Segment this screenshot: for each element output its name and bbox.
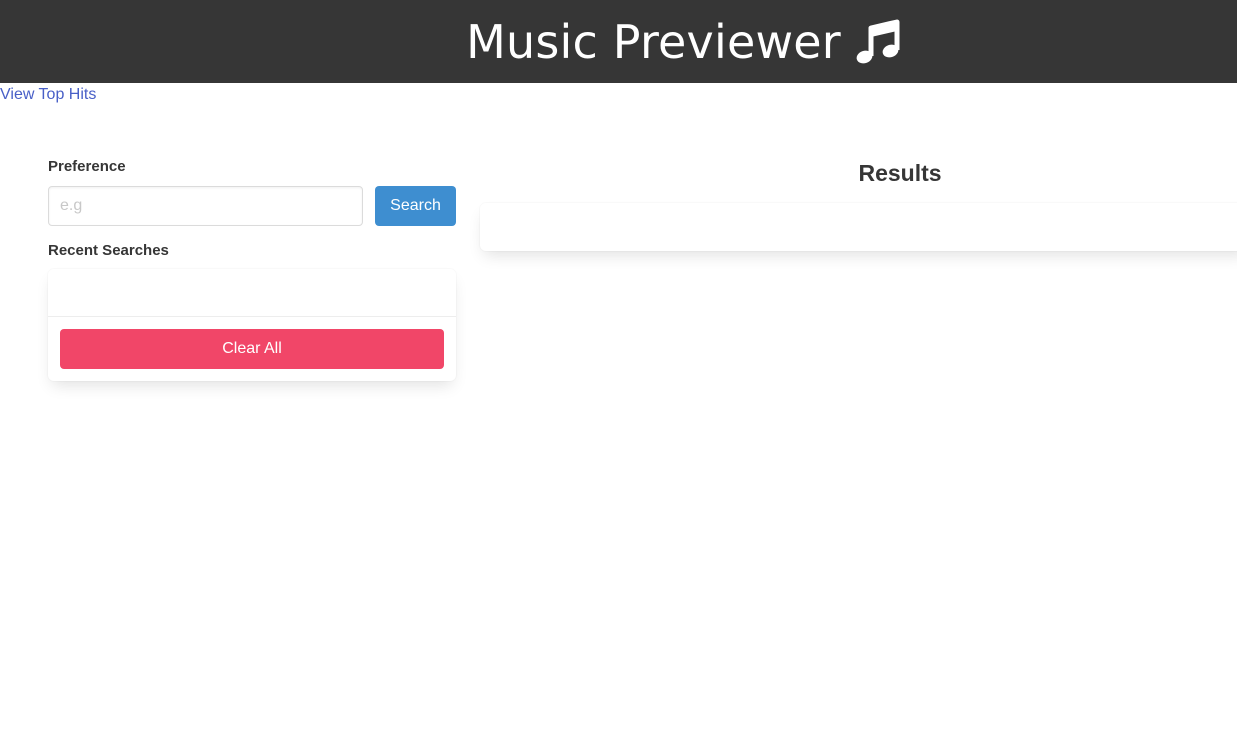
preference-label: Preference [48, 158, 126, 175]
recent-searches-label: Recent Searches [48, 242, 169, 259]
preference-input[interactable] [48, 186, 363, 226]
music-note-icon [853, 16, 905, 68]
search-button[interactable]: Search [375, 186, 456, 226]
recent-searches-footer: Clear All [48, 317, 456, 381]
recent-searches-card: Clear All [48, 269, 456, 381]
search-panel: Preference Search Recent Searches Clear … [48, 158, 456, 381]
recent-searches-list [48, 269, 456, 317]
app-title: Music Previewer [466, 15, 905, 69]
search-row: Search [48, 186, 456, 226]
clear-all-button[interactable]: Clear All [60, 329, 444, 369]
results-list [480, 203, 1237, 251]
app-title-text: Music Previewer [466, 14, 841, 69]
view-top-hits-link[interactable]: View Top Hits [0, 86, 96, 104]
results-heading: Results [858, 160, 942, 186]
app-header: Music Previewer [0, 0, 1237, 83]
